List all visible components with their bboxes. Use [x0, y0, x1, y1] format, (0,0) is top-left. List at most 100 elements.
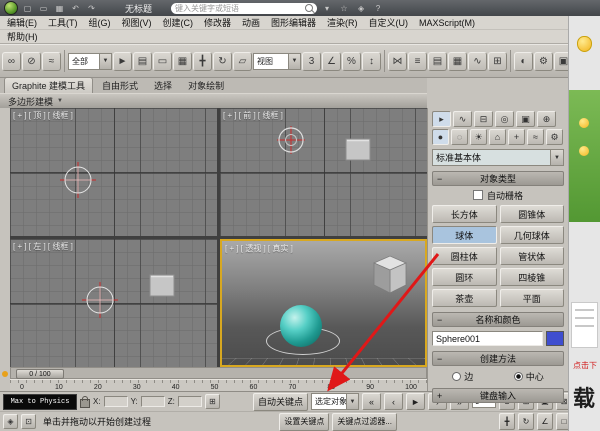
object-button-cone[interactable]: 圆锥体 [500, 205, 565, 223]
object-button-box[interactable]: 长方体 [432, 205, 497, 223]
redo-icon[interactable]: ↷ [85, 2, 98, 14]
teal-sphere-object[interactable] [280, 305, 322, 347]
lock-selection-icon[interactable] [80, 399, 90, 408]
viewport-left[interactable]: [ + ] [ 左 ] [ 线框 ] [10, 239, 217, 367]
chevron-down-icon[interactable]: ▼ [288, 54, 300, 69]
selection-lock-icon[interactable]: ⊡ [21, 414, 36, 429]
lights-category-icon[interactable]: ☀ [470, 129, 487, 145]
curve-editor-button[interactable]: ∿ [468, 52, 487, 71]
communication-center-icon[interactable]: ◈ [354, 2, 368, 14]
reference-coordinate-combo[interactable]: 视图 ▼ [253, 53, 301, 70]
search-icon[interactable] [305, 4, 313, 12]
menu-views[interactable]: 视图(V) [122, 16, 152, 29]
helpers-category-icon[interactable]: + [508, 129, 525, 145]
rollout-creation-method[interactable]: 创建方法 [432, 351, 564, 366]
help-icon[interactable]: ? [371, 2, 385, 14]
menu-create[interactable]: 创建(C) [163, 16, 194, 29]
shapes-category-icon[interactable]: ◌ [451, 129, 468, 145]
object-color-swatch[interactable] [546, 331, 564, 346]
graphite-ribbon-toggle-button[interactable]: ▦ [448, 52, 467, 71]
select-object-button[interactable]: ► [113, 52, 132, 71]
window-crossing-toggle-button[interactable]: ▦ [173, 52, 192, 71]
hierarchy-tab-icon[interactable]: ⊟ [474, 111, 493, 127]
object-name-input[interactable]: Sphere001 [432, 331, 543, 346]
y-coordinate-field[interactable] [141, 396, 165, 407]
object-button-sphere[interactable]: 球体 [432, 226, 497, 244]
chevron-down-icon[interactable]: ▼ [99, 54, 111, 69]
object-button-plane[interactable]: 平面 [500, 289, 565, 307]
max-to-physics-plugin-button[interactable]: Max to Physics [3, 394, 77, 410]
motion-tab-icon[interactable]: ◎ [495, 111, 514, 127]
cameras-category-icon[interactable]: ⌂ [489, 129, 506, 145]
download-ad[interactable]: 点击下 载 [569, 360, 600, 413]
display-tab-icon[interactable]: ▣ [516, 111, 535, 127]
rollout-object-type[interactable]: 对象类型 [432, 171, 564, 186]
pan-button[interactable]: ╋ [499, 413, 515, 430]
menu-group[interactable]: 组(G) [89, 16, 111, 29]
menu-animation[interactable]: 动画 [242, 16, 260, 29]
align-button[interactable]: ≡ [408, 52, 427, 71]
track-bar-ruler[interactable]: 0 10 20 30 40 50 60 70 80 90 100 [10, 379, 427, 391]
selection-filter-combo[interactable]: 全部 ▼ [68, 53, 112, 70]
select-and-move-button[interactable]: ╋ [193, 52, 212, 71]
menu-edit[interactable]: 编辑(E) [7, 16, 37, 29]
go-to-start-button[interactable]: « [362, 393, 381, 410]
mirror-button[interactable]: ⋈ [388, 52, 407, 71]
object-button-tube[interactable]: 管状体 [500, 247, 565, 265]
z-coordinate-field[interactable] [178, 396, 202, 407]
viewport-left-label[interactable]: [ + ] [ 左 ] [ 线框 ] [13, 241, 73, 252]
selected-objects-combo[interactable]: 选定对象 ▼ [311, 393, 359, 410]
autogrid-checkbox[interactable] [473, 190, 483, 200]
modify-tab-icon[interactable]: ∿ [453, 111, 472, 127]
radio-center[interactable]: 中心 [514, 370, 544, 383]
menu-modifiers[interactable]: 修改器 [204, 16, 231, 29]
viewport-perspective-label[interactable]: [ + ] [ 透视 ] [ 真实 ] [225, 243, 293, 254]
unlink-selection-button[interactable]: ⊘ [22, 52, 41, 71]
object-button-torus[interactable]: 圆环 [432, 268, 497, 286]
menu-graph-editors[interactable]: 图形编辑器 [271, 16, 316, 29]
open-file-icon[interactable]: ▭ [37, 2, 50, 14]
menu-tools[interactable]: 工具(T) [48, 16, 78, 29]
search-dropdown-icon[interactable]: ▾ [320, 2, 334, 14]
viewport-top-label[interactable]: [ + ] [ 顶 ] [ 线框 ] [13, 110, 73, 121]
primitive-type-combo[interactable]: 标准基本体 ▼ [432, 149, 564, 166]
geometry-category-icon[interactable]: ● [432, 129, 449, 145]
select-and-rotate-button[interactable]: ↻ [213, 52, 232, 71]
tab-freeform[interactable]: 自由形式 [95, 78, 145, 93]
auto-key-button[interactable]: 自动关键点 [253, 393, 308, 411]
render-setup-button[interactable]: ⚙ [534, 52, 553, 71]
viewport-front[interactable]: [ + ] [ 前 ] [ 线框 ] [220, 108, 427, 236]
messenger-app-icon[interactable] [577, 36, 592, 52]
tab-graphite-modeling-tools[interactable]: Graphite 建模工具 [4, 77, 93, 93]
tab-selection[interactable]: 选择 [147, 78, 179, 93]
undo-icon[interactable]: ↶ [69, 2, 82, 14]
bind-to-space-warp-button[interactable]: ≈ [42, 52, 61, 71]
viewport-perspective-active[interactable]: [ + ] [ 透视 ] [ 真实 ] [220, 239, 427, 367]
utilities-tab-icon[interactable]: ⊕ [537, 111, 556, 127]
spinner-snap-toggle-button[interactable]: ↕ [362, 52, 381, 71]
select-by-name-button[interactable]: ▤ [133, 52, 152, 71]
layer-manager-button[interactable]: ▤ [428, 52, 447, 71]
radio-edge[interactable]: 边 [452, 370, 473, 383]
time-slider-button[interactable]: 0 / 100 [16, 369, 64, 379]
rollout-name-and-color[interactable]: 名称和颜色 [432, 312, 564, 327]
key-filters-button[interactable]: 关键点过滤器... [332, 413, 397, 431]
x-coordinate-field[interactable] [104, 396, 128, 407]
rollout-keyboard-entry[interactable]: 键盘输入 [432, 388, 564, 403]
favorites-icon[interactable]: ☆ [337, 2, 351, 14]
offset-mode-icon[interactable]: ⊞ [205, 394, 220, 409]
angle-snap-toggle-button[interactable]: ∠ [322, 52, 341, 71]
polygon-modeling-panel-bar[interactable]: 多边形建模 ▼ [0, 93, 427, 108]
material-editor-button[interactable]: ◐ [514, 52, 533, 71]
menu-customize[interactable]: 自定义(U) [369, 16, 409, 29]
chevron-down-icon[interactable]: ▼ [550, 150, 563, 165]
viewport-top[interactable]: [ + ] [ 顶 ] [ 线框 ] [10, 108, 217, 236]
infocenter-search-input[interactable]: 键入关键字或短语 [171, 3, 317, 14]
time-slider-track[interactable]: 0 / 100 [10, 367, 427, 379]
rectangular-selection-region-button[interactable]: ▭ [153, 52, 172, 71]
systems-category-icon[interactable]: ⚙ [546, 129, 563, 145]
save-file-icon[interactable]: ▦ [53, 2, 66, 14]
percent-snap-toggle-button[interactable]: % [342, 52, 361, 71]
3ds-max-logo-icon[interactable] [4, 1, 18, 15]
viewport-front-label[interactable]: [ + ] [ 前 ] [ 线框 ] [223, 110, 283, 121]
